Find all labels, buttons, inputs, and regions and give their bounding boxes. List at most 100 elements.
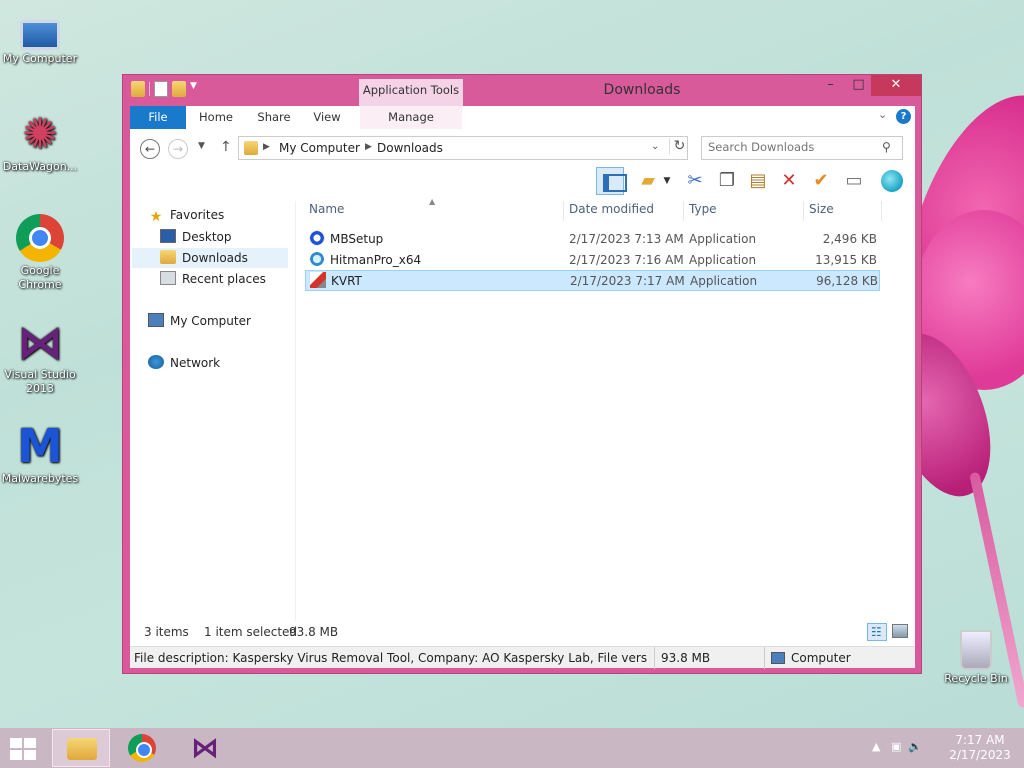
desktop-icon-chrome[interactable]: Google Chrome bbox=[0, 214, 80, 292]
search-box[interactable]: ⚲ bbox=[701, 136, 903, 160]
forward-button[interactable]: → bbox=[168, 139, 188, 159]
taskbar-chrome[interactable] bbox=[114, 729, 172, 767]
delete-icon[interactable]: ✕ bbox=[775, 167, 803, 195]
file-size: 2,496 KB bbox=[822, 232, 877, 246]
star-icon: ★ bbox=[149, 209, 163, 225]
tab-view[interactable]: View bbox=[306, 106, 348, 129]
rename-icon[interactable]: ▭ bbox=[840, 167, 868, 195]
expand-ribbon-icon[interactable]: ⌄ bbox=[878, 108, 887, 121]
file-type: Application bbox=[690, 274, 758, 288]
start-button[interactable] bbox=[10, 738, 38, 760]
visual-studio-icon: ⋈ bbox=[17, 315, 63, 369]
file-row-selected[interactable]: KVRT 2/17/2023 7:17 AM Application 96,12… bbox=[305, 270, 880, 291]
minimize-button[interactable]: – bbox=[817, 75, 844, 96]
tab-manage[interactable]: Manage bbox=[360, 106, 462, 129]
desktop-icon-recycle-bin[interactable]: Recycle Bin bbox=[936, 630, 1016, 686]
show-hidden-icons-icon[interactable]: ▲ bbox=[872, 740, 880, 753]
file-name: KVRT bbox=[331, 274, 362, 288]
computer-icon bbox=[148, 313, 164, 327]
desktop-icon-label: Recycle Bin bbox=[944, 672, 1008, 685]
tab-share[interactable]: Share bbox=[252, 106, 296, 129]
item-count: 3 items bbox=[144, 625, 189, 639]
column-divider[interactable] bbox=[683, 201, 684, 221]
column-divider[interactable] bbox=[563, 201, 564, 221]
nav-my-computer[interactable]: My Computer bbox=[148, 311, 304, 331]
column-header-size[interactable]: Size bbox=[809, 201, 881, 225]
select-all-icon[interactable]: ✔ bbox=[807, 167, 835, 195]
search-icon[interactable]: ⚲ bbox=[882, 140, 891, 154]
shell-icon[interactable] bbox=[878, 167, 906, 195]
desktop-icon-label: DataWagon... bbox=[2, 160, 78, 173]
nav-desktop[interactable]: Desktop bbox=[160, 227, 316, 247]
column-header-type[interactable]: Type bbox=[689, 201, 797, 225]
nav-downloads[interactable]: Downloads bbox=[132, 248, 288, 268]
up-button[interactable]: ↑ bbox=[220, 139, 232, 155]
hitmanpro-icon bbox=[309, 251, 325, 267]
clock[interactable]: 7:17 AM 2/17/2023 bbox=[940, 733, 1020, 763]
window-title: Downloads bbox=[603, 82, 681, 98]
desktop-icon-label: My Computer bbox=[2, 52, 78, 65]
mbsetup-icon bbox=[309, 230, 325, 246]
taskbar-visual-studio[interactable]: ⋈ bbox=[176, 729, 234, 767]
refresh-icon[interactable]: ↻ bbox=[669, 138, 689, 154]
volume-icon[interactable]: 🔈 bbox=[908, 740, 922, 753]
windows-logo-icon bbox=[10, 738, 22, 748]
chevron-down-icon[interactable]: ⌄ bbox=[651, 141, 659, 152]
ribbon-tabs: File Home Share View Manage ⌄ ? bbox=[130, 106, 915, 129]
back-button[interactable]: ← bbox=[140, 139, 160, 159]
details-bar: File description: Kaspersky Virus Remova… bbox=[130, 646, 915, 669]
nav-favorites[interactable]: ★ Favorites bbox=[148, 205, 304, 225]
breadcrumb-separator-icon[interactable]: ▶ bbox=[263, 142, 270, 152]
desktop-icon-label: Malwarebytes bbox=[1, 472, 79, 485]
taskbar-file-explorer[interactable] bbox=[52, 729, 110, 767]
column-divider[interactable] bbox=[881, 201, 882, 221]
file-type: Application bbox=[689, 232, 757, 246]
desktop-icon-label: Google Chrome bbox=[18, 264, 62, 291]
breadcrumb-separator-icon[interactable]: ▶ bbox=[365, 142, 372, 152]
clock-time: 7:17 AM bbox=[955, 733, 1005, 747]
help-icon[interactable]: ? bbox=[896, 109, 911, 124]
network-icon bbox=[148, 355, 164, 369]
desktop-icon-visual-studio[interactable]: ⋈ Visual Studio 2013 bbox=[0, 318, 80, 396]
malwarebytes-icon: M bbox=[17, 419, 63, 473]
close-button[interactable]: ✕ bbox=[871, 75, 921, 96]
downloads-folder-icon bbox=[160, 250, 176, 264]
column-divider[interactable] bbox=[803, 201, 804, 221]
new-folder-icon[interactable]: ▰ bbox=[634, 167, 662, 195]
breadcrumb-my-computer[interactable]: My Computer bbox=[279, 141, 360, 155]
file-type: Application bbox=[689, 253, 757, 267]
large-icons-view-button[interactable] bbox=[892, 624, 908, 638]
cut-icon[interactable]: ✂ bbox=[681, 167, 709, 195]
desktop-icon-my-computer[interactable]: My Computer bbox=[0, 10, 80, 66]
file-row[interactable]: HitmanPro_x64 2/17/2023 7:16 AM Applicat… bbox=[305, 250, 880, 271]
file-row[interactable]: MBSetup 2/17/2023 7:13 AM Application 2,… bbox=[305, 229, 880, 250]
navigation-pane-toggle[interactable] bbox=[596, 167, 627, 195]
tab-file[interactable]: File bbox=[130, 106, 186, 129]
desktop-icon-malwarebytes[interactable]: M Malwarebytes bbox=[0, 422, 80, 486]
recent-locations-icon[interactable]: ▼ bbox=[198, 141, 205, 151]
details-view-button[interactable] bbox=[867, 621, 887, 643]
breadcrumb-downloads[interactable]: Downloads bbox=[377, 141, 443, 155]
search-input[interactable] bbox=[708, 140, 878, 154]
desktop-icon-datawagon[interactable]: ✺ DataWagon... bbox=[0, 110, 80, 174]
paste-icon[interactable]: ▤ bbox=[744, 167, 772, 195]
kvrt-icon bbox=[310, 272, 326, 288]
recent-places-icon bbox=[160, 271, 176, 285]
clock-date: 2/17/2023 bbox=[949, 748, 1011, 762]
network-tray-icon[interactable]: ▣ bbox=[891, 740, 901, 753]
nav-recent-places[interactable]: Recent places bbox=[160, 269, 316, 289]
column-header-date-modified[interactable]: Date modified bbox=[569, 201, 681, 225]
location-detail: Computer bbox=[764, 647, 914, 669]
file-name: HitmanPro_x64 bbox=[330, 253, 422, 267]
file-date: 2/17/2023 7:16 AM bbox=[569, 253, 684, 267]
chevron-down-icon[interactable]: ▼ bbox=[660, 167, 674, 195]
file-date: 2/17/2023 7:13 AM bbox=[569, 232, 684, 246]
folder-icon bbox=[244, 141, 258, 155]
tab-home[interactable]: Home bbox=[194, 106, 238, 129]
navigation-pane: ★ Favorites Desktop Downloads Recent plac… bbox=[130, 201, 290, 621]
chrome-icon bbox=[16, 214, 64, 262]
nav-network[interactable]: Network bbox=[148, 353, 304, 373]
maximize-button[interactable]: □ bbox=[845, 75, 872, 96]
copy-icon[interactable]: ❐ bbox=[713, 167, 741, 195]
address-bar[interactable]: ▶ My Computer ▶ Downloads ⌄ ↻ bbox=[238, 136, 688, 160]
